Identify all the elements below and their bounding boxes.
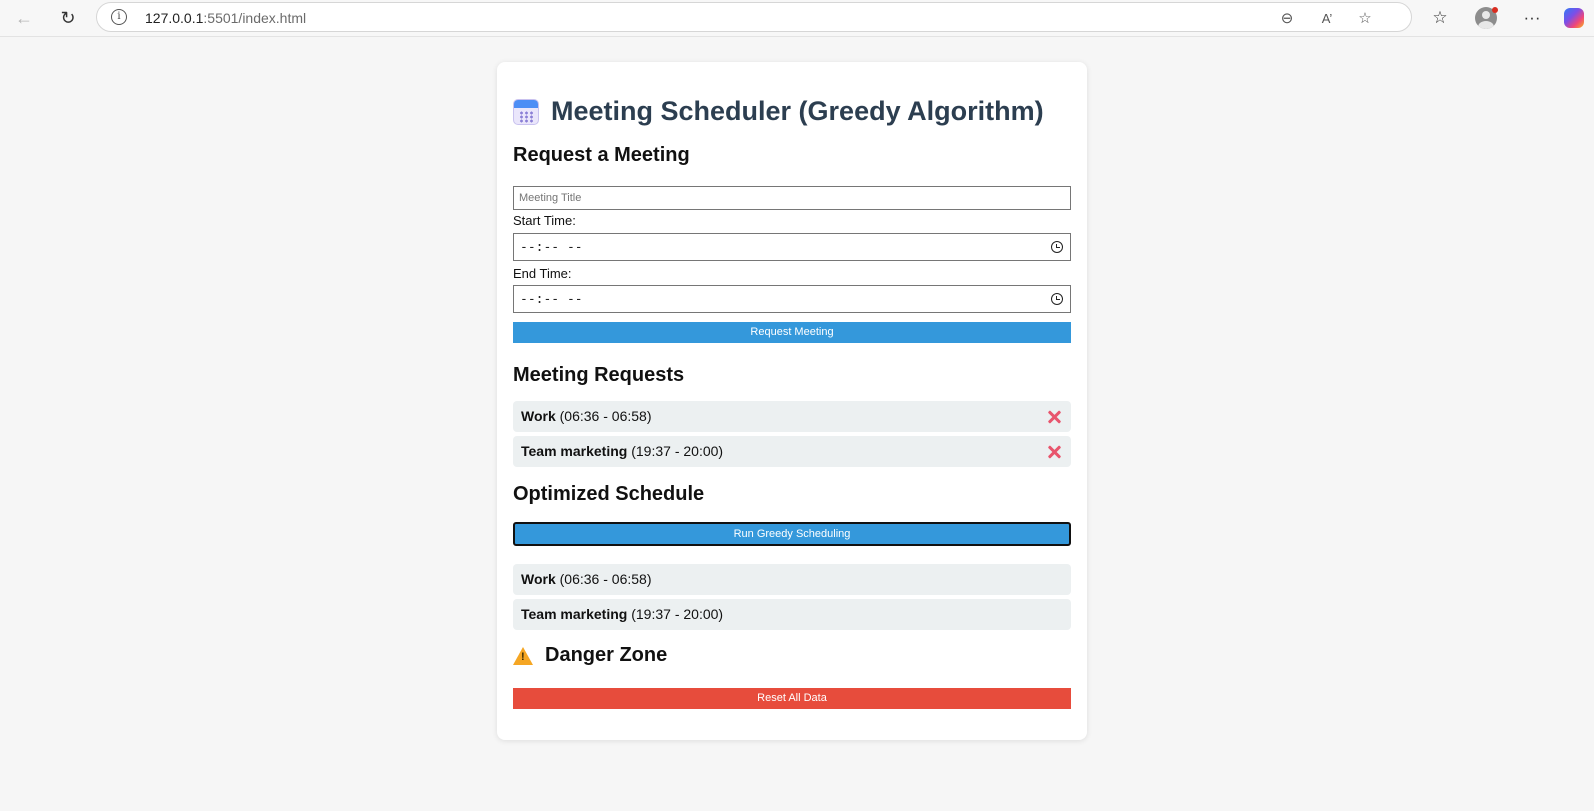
request-item-name: Work [521, 408, 556, 424]
schedule-item-time: (06:36 - 06:58) [559, 571, 652, 587]
zoom-out-icon[interactable]: ⊖ [1277, 8, 1297, 28]
url-text: 127.0.0.1:5501/index.html [145, 10, 307, 26]
danger-zone-row: ! Danger Zone [513, 644, 667, 667]
copilot-icon[interactable] [1560, 4, 1588, 32]
meeting-title-input[interactable] [513, 186, 1071, 210]
request-item-time: (19:37 - 20:00) [631, 443, 724, 459]
schedule-item-name: Team marketing [521, 606, 628, 622]
scheduler-card: Meeting Scheduler (Greedy Algorithm) Req… [497, 62, 1087, 740]
request-item-name: Team marketing [521, 443, 628, 459]
request-item: Team marketing (19:37 - 20:00) [513, 436, 1071, 467]
back-arrow-icon[interactable]: ← [10, 4, 38, 32]
page-title: Meeting Scheduler (Greedy Algorithm) [551, 96, 1044, 126]
schedule-item-time: (19:37 - 20:00) [631, 606, 724, 622]
danger-heading: Danger Zone [545, 644, 668, 666]
start-time-input[interactable]: --:-- -- [513, 233, 1071, 261]
calendar-icon [513, 98, 539, 125]
request-heading: Request a Meeting [513, 144, 690, 166]
refresh-icon[interactable]: ↻ [54, 4, 82, 32]
request-item: Work (06:36 - 06:58) [513, 401, 1071, 432]
run-greedy-button[interactable]: Run Greedy Scheduling [513, 522, 1071, 546]
page-title-row: Meeting Scheduler (Greedy Algorithm) [513, 96, 1044, 127]
browser-toolbar: ← ↻ i 127.0.0.1:5501/index.html ⊖ A’ ☆ ☆… [0, 0, 1594, 37]
schedule-heading: Optimized Schedule [513, 483, 705, 505]
request-item-time: (06:36 - 06:58) [559, 408, 652, 424]
profile-avatar-icon[interactable] [1472, 4, 1500, 32]
read-aloud-icon[interactable]: A’ [1317, 8, 1337, 28]
end-time-input[interactable]: --:-- -- [513, 285, 1071, 313]
clock-icon[interactable] [1051, 293, 1063, 305]
delete-x-icon[interactable] [1047, 410, 1061, 424]
warning-icon: ! [513, 646, 533, 665]
delete-x-icon[interactable] [1047, 445, 1061, 459]
end-time-label: End Time: [513, 266, 572, 281]
favorite-star-icon[interactable]: ☆ [1355, 8, 1375, 28]
schedule-item: Work (06:36 - 06:58) [513, 564, 1071, 595]
schedule-item-name: Work [521, 571, 556, 587]
reset-all-button[interactable]: Reset All Data [513, 688, 1071, 709]
start-time-value: --:-- -- [520, 240, 583, 255]
end-time-value: --:-- -- [520, 292, 583, 307]
requests-heading: Meeting Requests [513, 364, 685, 386]
clock-icon[interactable] [1051, 241, 1063, 253]
favorites-icon[interactable]: ☆ [1426, 4, 1454, 32]
more-menu-icon[interactable]: ··· [1518, 4, 1546, 32]
address-bar[interactable]: i 127.0.0.1:5501/index.html ⊖ A’ ☆ [96, 2, 1412, 32]
start-time-label: Start Time: [513, 213, 576, 228]
site-info-icon[interactable]: i [111, 9, 127, 25]
request-meeting-button[interactable]: Request Meeting [513, 322, 1071, 343]
schedule-item: Team marketing (19:37 - 20:00) [513, 599, 1071, 630]
